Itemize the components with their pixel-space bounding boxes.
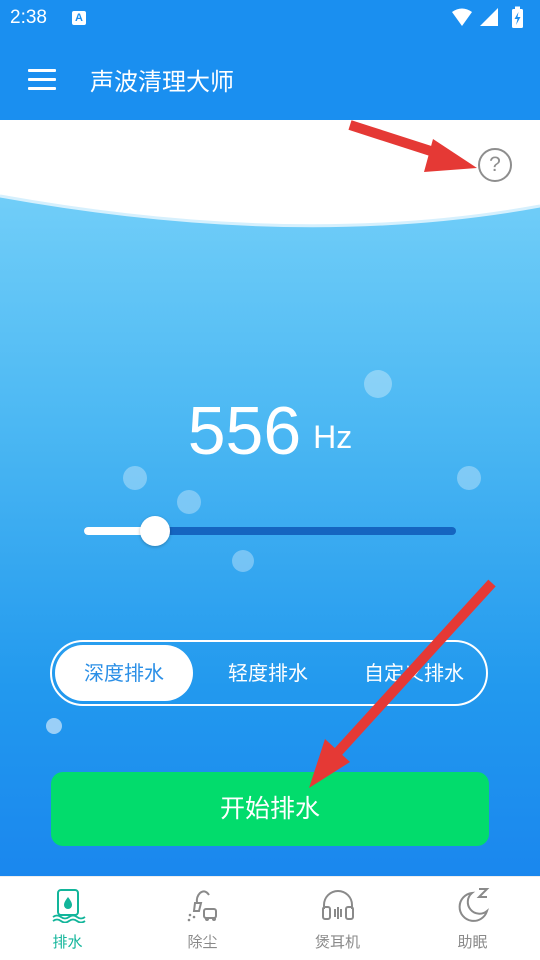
question-icon: ? [489, 153, 501, 176]
app-title: 声波清理大师 [90, 68, 234, 96]
nav-item-dust[interactable]: 除尘 [135, 877, 270, 960]
mode-deep-drain[interactable]: 深度排水 [55, 645, 193, 701]
nav-label-sleep: 助眠 [457, 933, 488, 951]
slider-thumb[interactable] [139, 516, 170, 546]
nav-item-sleep[interactable]: 助眠 [405, 877, 540, 960]
drain-mode-selector: 深度排水 轻度排水 自定义排水 [50, 640, 488, 706]
app-bar: 声波清理大师 [0, 38, 540, 120]
nav-label-dust: 除尘 [187, 933, 218, 951]
help-button[interactable]: ? [478, 148, 512, 182]
moon-sleep-icon [458, 888, 489, 922]
frequency-display: 556 Hz [0, 392, 540, 470]
bubble [177, 490, 201, 514]
mode-custom-drain[interactable]: 自定义排水 [344, 645, 484, 701]
nav-label-headphones: 煲耳机 [314, 933, 360, 951]
status-icons [450, 6, 530, 32]
menu-button[interactable] [20, 60, 64, 98]
frequency-slider[interactable] [84, 516, 456, 546]
status-bar: 2:38 A [0, 0, 540, 38]
notification-icon: A [72, 11, 86, 25]
mode-light-drain[interactable]: 轻度排水 [200, 645, 336, 701]
nav-item-drain[interactable]: 排水 [0, 877, 135, 960]
bottom-nav: 排水 除尘 煲耳机 助眠 [0, 876, 540, 960]
start-drain-button[interactable]: 开始排水 [51, 772, 489, 846]
wifi-icon [452, 8, 472, 26]
menu-icon [28, 69, 56, 72]
menu-icon-line [28, 78, 56, 81]
headphones-icon [321, 890, 354, 920]
frequency-unit: Hz [313, 419, 353, 455]
nav-label-drain: 排水 [52, 933, 83, 951]
menu-icon-line [28, 87, 56, 90]
bubble [232, 550, 254, 572]
frequency-value: 556 [187, 393, 302, 469]
signal-icons [452, 6, 523, 28]
vacuum-icon [187, 890, 217, 922]
nav-item-headphones[interactable]: 煲耳机 [270, 877, 405, 960]
cellular-icon [480, 8, 498, 26]
wave-header [0, 120, 540, 228]
bubble [46, 718, 62, 734]
main-panel: ? 556 Hz 深度排水 轻度排水 自定义排水 开始排水 [0, 120, 540, 876]
status-time: 2:38 [10, 7, 47, 28]
drain-icon [51, 889, 86, 923]
